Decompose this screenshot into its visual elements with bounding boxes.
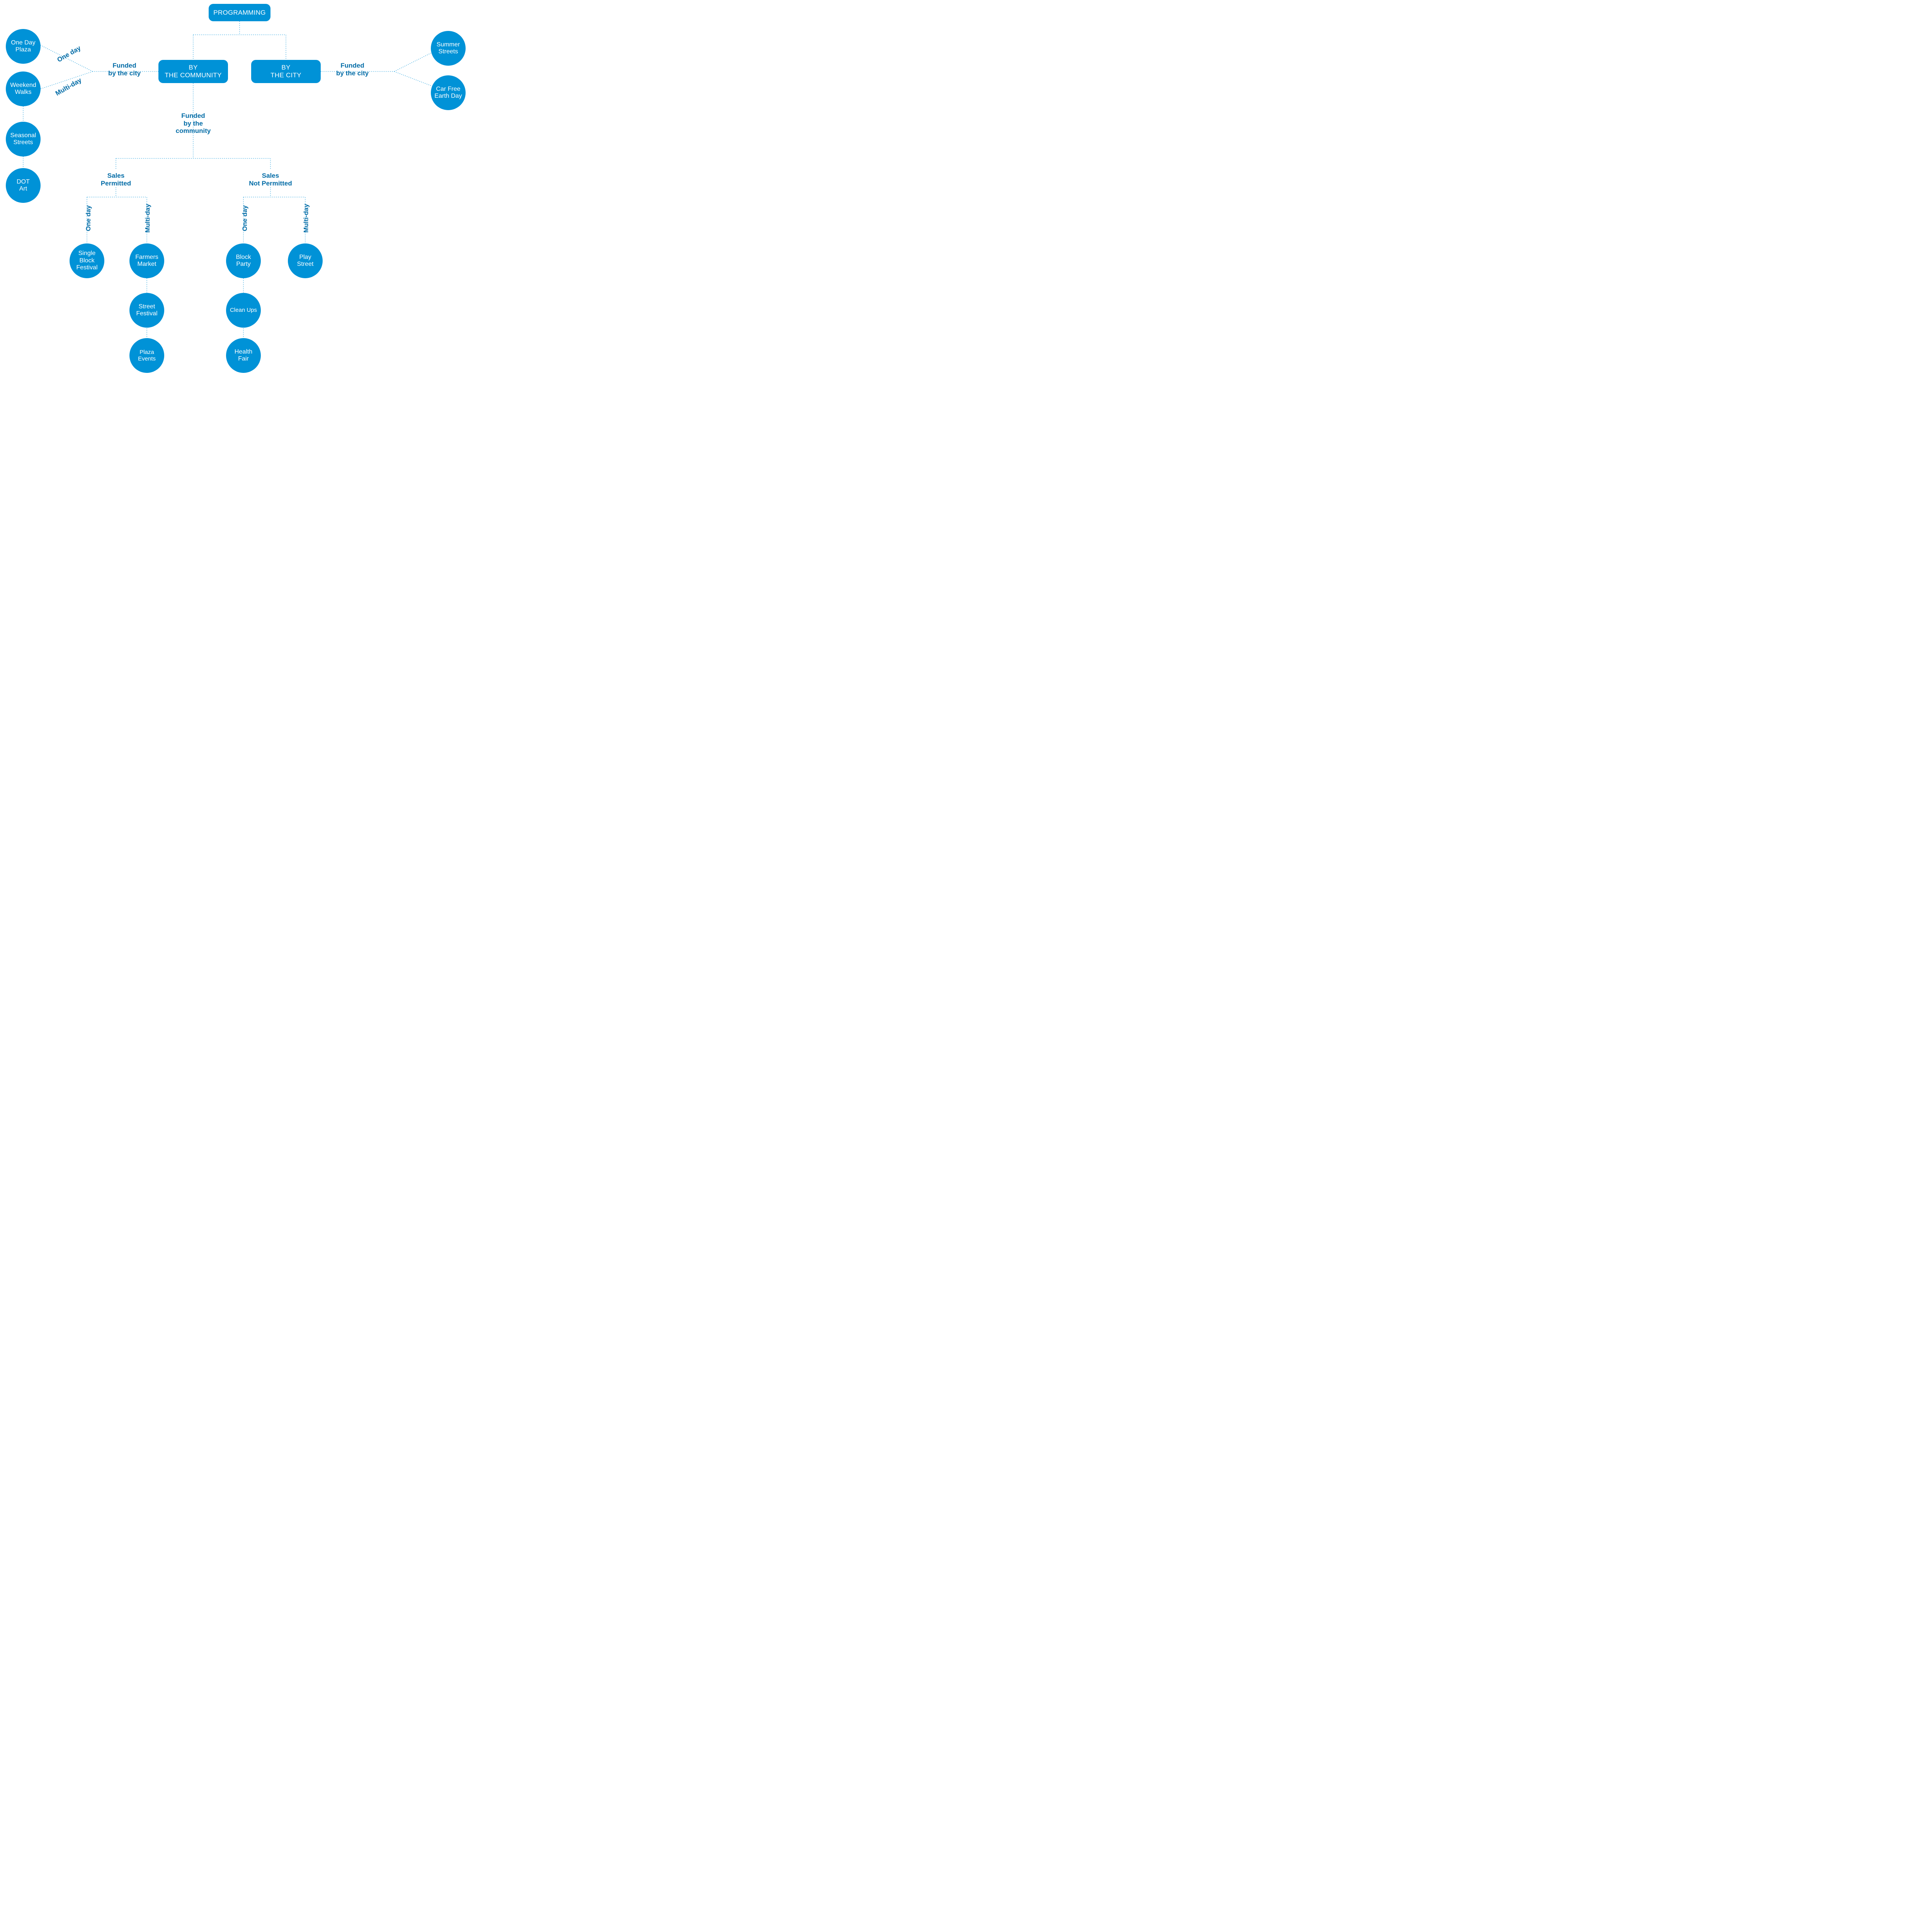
node-car-free-earth-day: Car Free Earth Day [431,75,466,110]
node-dot-art: DOT Art [6,168,41,203]
label-sales-not-permitted: Sales Not Permitted [247,172,294,187]
diagram-stage: PROGRAMMING BY THE COMMUNITY BY THE CITY… [0,0,475,369]
node-weekend-walks: Weekend Walks [6,71,41,106]
label-multi-day-snp: Multi-day [303,204,310,233]
node-programming: PROGRAMMING [209,4,270,21]
node-play-street: Play Street [288,243,323,278]
node-one-day-plaza: One Day Plaza [6,29,41,64]
node-summer-streets: Summer Streets [431,31,466,66]
label-one-day-snp: One day [241,205,249,231]
node-clean-ups: Clean Ups [226,293,261,328]
label-one-day-left: One day [56,44,82,64]
label-sales-permitted: Sales Permitted [99,172,133,187]
label-funded-by-community: Funded by the community [166,112,220,135]
label-funded-by-city-right: Funded by the city [336,62,369,77]
node-seasonal-streets: Seasonal Streets [6,122,41,156]
node-by-community: BY THE COMMUNITY [158,60,228,83]
node-single-block-festival: Single Block Festival [70,243,104,278]
node-by-city: BY THE CITY [251,60,321,83]
label-multi-day-sp: Multi-day [144,204,152,233]
node-street-festival: Street Festival [129,293,164,328]
node-farmers-market: Farmers Market [129,243,164,278]
node-block-party: Block Party [226,243,261,278]
node-plaza-events: Plaza Events [129,338,164,373]
node-health-fair: Health Fair [226,338,261,373]
label-one-day-sp: One day [85,205,92,231]
label-funded-by-city-left: Funded by the city [108,62,141,77]
label-multi-day-left: Multi-day [54,77,83,97]
